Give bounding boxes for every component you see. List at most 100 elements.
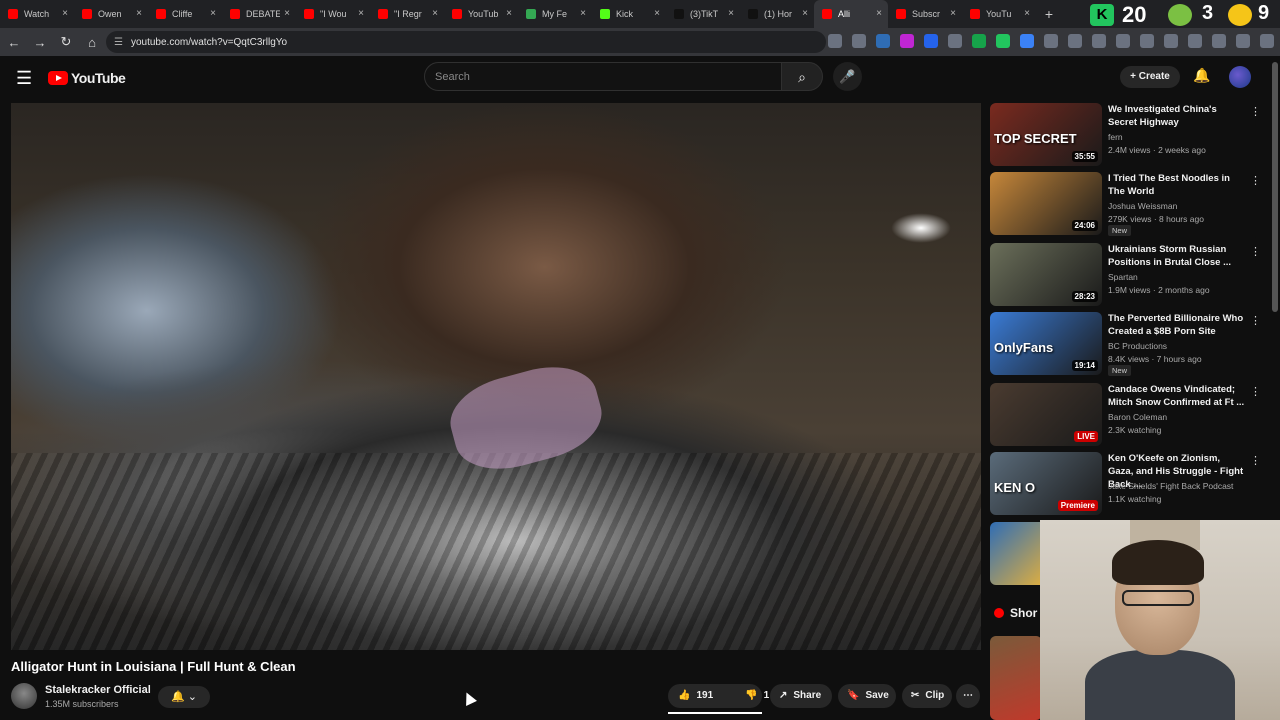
recommendation-title[interactable]: Ukrainians Storm Russian Positions in Br… [1108, 243, 1248, 269]
site-info-icon[interactable]: ☰ [114, 37, 123, 48]
recommendation-thumbnail[interactable]: 28:23 [990, 243, 1102, 306]
extension-icon[interactable] [876, 34, 890, 48]
install-icon[interactable] [828, 34, 842, 48]
browser-tab[interactable]: My Fe × [518, 0, 592, 28]
more-options-icon[interactable]: ⋮ [1250, 385, 1261, 398]
tab-close-icon[interactable]: × [1024, 8, 1030, 19]
browser-tab[interactable]: Kick × [592, 0, 666, 28]
recommendation-item[interactable]: 24:06 I Tried The Best Noodles in The Wo… [990, 172, 1265, 236]
youtube-logo[interactable]: YouTube [48, 70, 126, 86]
recommendation-title[interactable]: The Perverted Billionaire Who Created a … [1108, 312, 1248, 338]
share-button[interactable]: ↗ Share [770, 684, 832, 708]
profile-icon[interactable] [1236, 34, 1250, 48]
extension-icon[interactable] [996, 34, 1010, 48]
short-thumbnail[interactable] [990, 636, 1042, 720]
recommendation-channel[interactable]: Spartan [1108, 272, 1258, 282]
tab-close-icon[interactable]: × [802, 8, 808, 19]
recommendation-item[interactable]: KEN O Premiere Ken O'Keefe on Zionism, G… [990, 452, 1265, 516]
browser-tab[interactable]: "I Regr × [370, 0, 444, 28]
recommendation-item[interactable]: TOP SECRET 35:55 We Investigated China's… [990, 103, 1265, 167]
extension-icon[interactable] [948, 34, 962, 48]
recommendation-thumbnail[interactable]: LIVE [990, 383, 1102, 446]
forward-icon[interactable]: → [28, 35, 52, 50]
tab-close-icon[interactable]: × [876, 8, 882, 19]
tab-close-icon[interactable]: × [506, 8, 512, 19]
tab-close-icon[interactable]: × [580, 8, 586, 19]
extension-icon[interactable] [1212, 34, 1226, 48]
browser-tab[interactable]: Watch × [0, 0, 74, 28]
home-icon[interactable]: ⌂ [80, 35, 104, 50]
bookmark-star-icon[interactable] [852, 34, 866, 48]
browser-tab[interactable]: Cliffe × [148, 0, 222, 28]
new-tab-button[interactable]: + [1036, 6, 1062, 22]
more-options-icon[interactable]: ⋮ [1250, 314, 1261, 327]
account-avatar[interactable] [1229, 66, 1251, 88]
kick-extension-icon[interactable]: K [1090, 4, 1114, 26]
hamburger-menu-icon[interactable]: ☰ [16, 68, 32, 89]
browser-tab[interactable]: YouTu × [962, 0, 1036, 28]
history-icon[interactable] [1092, 34, 1106, 48]
reload-icon[interactable]: ↻ [54, 34, 78, 50]
browser-menu-icon[interactable] [1260, 34, 1274, 48]
browser-tab[interactable]: (3)TikT × [666, 0, 740, 28]
more-options-icon[interactable]: ⋮ [1250, 105, 1261, 118]
like-button[interactable]: 👍 191 [668, 684, 723, 708]
recommendation-thumbnail[interactable]: KEN O Premiere [990, 452, 1102, 515]
notifications-bell-icon[interactable]: 🔔 [1193, 67, 1210, 84]
extension-icon[interactable] [1044, 34, 1058, 48]
extension-icon[interactable] [924, 34, 938, 48]
tab-close-icon[interactable]: × [284, 8, 290, 19]
recommendation-channel[interactable]: BC Productions [1108, 341, 1258, 351]
browser-tab[interactable]: Owen × [74, 0, 148, 28]
extension-icon[interactable] [900, 34, 914, 48]
recommendation-item[interactable]: OnlyFans 19:14 The Perverted Billionaire… [990, 312, 1265, 376]
recommendation-channel[interactable]: Baron Coleman [1108, 412, 1258, 422]
face-extension-icon[interactable] [1228, 4, 1252, 26]
more-actions-button[interactable]: ⋯ [956, 684, 980, 708]
recommendation-channel[interactable]: Joshua Weissman [1108, 201, 1258, 211]
extension-icon[interactable] [972, 34, 986, 48]
browser-tab[interactable]: "I Wou × [296, 0, 370, 28]
channel-avatar[interactable] [11, 683, 37, 709]
subscription-bell-button[interactable]: 🔔 ⌄ [158, 686, 210, 708]
tab-close-icon[interactable]: × [210, 8, 216, 19]
browser-tab[interactable]: (1) Hor × [740, 0, 814, 28]
recommendation-channel[interactable]: fern [1108, 132, 1258, 142]
tab-close-icon[interactable]: × [728, 8, 734, 19]
tab-close-icon[interactable]: × [136, 8, 142, 19]
extension-icon[interactable] [1020, 34, 1034, 48]
side-panel-icon[interactable] [1188, 34, 1202, 48]
recommendation-title[interactable]: I Tried The Best Noodles in The World [1108, 172, 1248, 198]
extensions-puzzle-icon[interactable] [1068, 34, 1082, 48]
voice-search-button[interactable]: 🎤 [833, 62, 862, 91]
tab-close-icon[interactable]: × [358, 8, 364, 19]
video-player[interactable] [11, 103, 981, 650]
browser-tab[interactable]: YouTub × [444, 0, 518, 28]
reading-list-icon[interactable] [1164, 34, 1178, 48]
recommendation-thumbnail[interactable]: TOP SECRET 35:55 [990, 103, 1102, 166]
browser-tab[interactable]: Subscr × [888, 0, 962, 28]
play-extension-icon[interactable] [1168, 4, 1192, 26]
recommendation-thumbnail[interactable]: OnlyFans 19:14 [990, 312, 1102, 375]
page-scrollbar[interactable] [1272, 62, 1278, 312]
tab-close-icon[interactable]: × [654, 8, 660, 19]
search-input[interactable]: Search [424, 62, 782, 91]
save-button[interactable]: 🔖 Save [838, 684, 896, 708]
devtools-icon[interactable] [1140, 34, 1154, 48]
tab-close-icon[interactable]: × [432, 8, 438, 19]
recommendation-channel[interactable]: Jake Shields' Fight Back Podcast [1108, 481, 1258, 491]
more-options-icon[interactable]: ⋮ [1250, 454, 1261, 467]
recommendation-item[interactable]: 28:23 Ukrainians Storm Russian Positions… [990, 243, 1265, 307]
search-button[interactable]: ⌕ [781, 62, 823, 91]
recommendation-thumbnail[interactable]: 24:06 [990, 172, 1102, 235]
more-options-icon[interactable]: ⋮ [1250, 174, 1261, 187]
recommendation-title[interactable]: We Investigated China's Secret Highway [1108, 103, 1248, 129]
channel-name[interactable]: Stalekracker Official [45, 684, 151, 696]
url-input[interactable]: ☰ youtube.com/watch?v=QqtC3rllgYo [106, 31, 826, 53]
browser-tab[interactable]: DEBATE × [222, 0, 296, 28]
more-options-icon[interactable]: ⋮ [1250, 245, 1261, 258]
create-button[interactable]: + Create [1120, 66, 1180, 88]
extension-icon[interactable] [1116, 34, 1130, 48]
browser-tab[interactable]: Alli × [814, 0, 888, 28]
recommendation-item[interactable]: LIVE Candace Owens Vindicated; Mitch Sno… [990, 383, 1265, 447]
